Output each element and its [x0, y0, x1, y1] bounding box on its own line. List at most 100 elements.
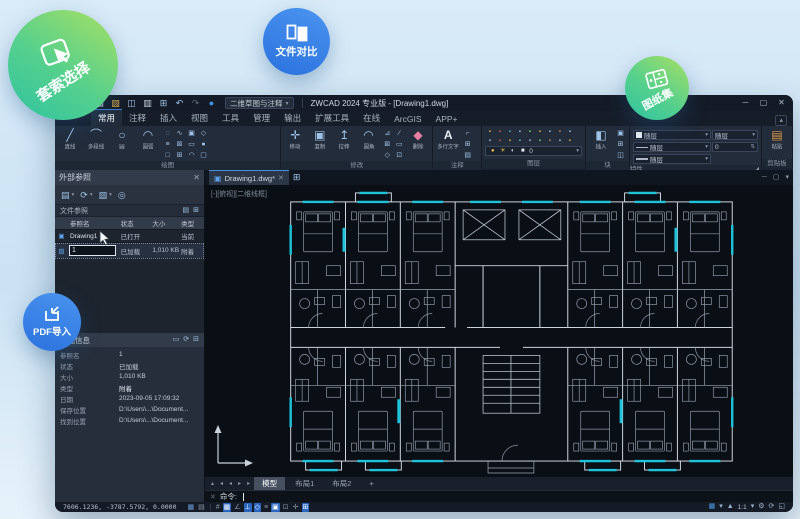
tab-express[interactable]: 扩展工具: [308, 110, 356, 126]
redo-icon[interactable]: ↷: [189, 96, 202, 110]
block-tool-icon[interactable]: ◫: [615, 151, 626, 161]
sync-icon[interactable]: ⟳: [769, 502, 775, 512]
badge-lasso-select[interactable]: 套索选择: [8, 10, 118, 120]
panel-label-modify[interactable]: 修改: [281, 161, 433, 170]
crosshair-toggle[interactable]: ✛: [292, 503, 300, 512]
layer-tool-icon[interactable]: ▪: [565, 137, 574, 145]
layer-color-swatch[interactable]: ■: [518, 147, 527, 155]
modify-tool-icon[interactable]: ⊡: [394, 151, 405, 161]
annotate-tool-icon[interactable]: ▤: [462, 151, 473, 161]
command-line[interactable]: ✕ 命令:: [205, 490, 793, 502]
insert-block-button[interactable]: ◧ 插入: [589, 128, 613, 151]
layout-nav-next-icon[interactable]: ▸: [236, 480, 243, 487]
panel-label-draw[interactable]: 绘图: [55, 161, 281, 170]
close-button[interactable]: ✕: [774, 96, 789, 110]
workspace-switch-icon[interactable]: ▦: [709, 502, 716, 512]
copy-button[interactable]: ▣ 复制: [309, 128, 331, 151]
chevron-down-icon[interactable]: ▾: [751, 502, 755, 512]
refresh-details-icon[interactable]: ⟳: [183, 335, 189, 345]
draw-tool-icon[interactable]: ▣: [186, 129, 197, 139]
close-icon[interactable]: ✕: [210, 493, 216, 501]
layer-tool-icon[interactable]: ▪: [485, 137, 494, 145]
tab-view[interactable]: 视图: [184, 110, 215, 126]
annotation-scale-value[interactable]: 1:1: [738, 504, 747, 511]
grid-toggle[interactable]: #: [215, 503, 221, 512]
draw-tool-icon[interactable]: ∿: [174, 129, 185, 139]
layout-nav-first-icon[interactable]: ▴: [209, 480, 216, 487]
tree-view-icon[interactable]: ⊞: [193, 206, 199, 216]
annotation-scale-icon[interactable]: ▲: [727, 502, 734, 512]
mtext-button[interactable]: A 多行文字: [436, 128, 460, 151]
draw-tool-icon[interactable]: ●: [198, 140, 209, 150]
save-icon[interactable]: ◫: [125, 96, 138, 110]
modify-tool-icon[interactable]: ∕: [394, 129, 405, 139]
move-button[interactable]: ✛ 移动: [284, 128, 306, 151]
layer-tool-icon[interactable]: ▪: [515, 137, 524, 145]
layer-tool-icon[interactable]: ▪: [525, 128, 534, 136]
layer-tool-icon[interactable]: ▪: [535, 137, 544, 145]
workspace-dropdown[interactable]: 二维草图与注释 ▾: [225, 97, 294, 109]
ortho-toggle[interactable]: ⊥: [243, 502, 252, 512]
lineweight-toggle[interactable]: ≡: [263, 503, 269, 512]
add-layout-button[interactable]: +: [361, 477, 381, 490]
polar-toggle[interactable]: ∠: [233, 503, 241, 512]
layer-tool-icon[interactable]: ▪: [555, 128, 564, 136]
column-type[interactable]: 类型: [179, 218, 204, 228]
tab-manage[interactable]: 管理: [246, 110, 277, 126]
badge-pdf-import[interactable]: PDF导入: [23, 293, 81, 351]
column-status[interactable]: 状态: [119, 218, 151, 228]
dynamic-ucs-toggle[interactable]: ⊞: [301, 502, 310, 512]
tab-insert[interactable]: 插入: [153, 110, 184, 126]
tab-model[interactable]: 模型: [254, 477, 286, 490]
xref-palette-header[interactable]: 外部参照 ✕: [55, 170, 204, 185]
layout-nav-last-icon[interactable]: ▸: [245, 480, 252, 487]
panel-label-layers[interactable]: 图层: [482, 159, 585, 168]
layer-lock-icon[interactable]: ◐: [508, 147, 517, 155]
circle-button[interactable]: ○ 圆: [110, 128, 134, 151]
restore-button[interactable]: ▢: [756, 96, 771, 110]
doc-minimize-icon[interactable]: ─: [762, 173, 767, 183]
chevron-down-icon[interactable]: ▾: [719, 502, 723, 512]
new-tab-button[interactable]: ⊞: [293, 172, 301, 183]
layer-tool-icon[interactable]: ▪: [555, 137, 564, 145]
block-tool-icon[interactable]: ⊞: [615, 140, 626, 150]
layer-tool-icon[interactable]: ▪: [505, 137, 514, 145]
xref-rename-input[interactable]: [68, 245, 116, 256]
undo-icon[interactable]: ↶: [173, 96, 186, 110]
layer-tool-icon[interactable]: ▪: [545, 128, 554, 136]
close-icon[interactable]: ✕: [193, 173, 200, 182]
panel-label-clipboard[interactable]: 剪贴板: [762, 159, 792, 168]
draw-tool-icon[interactable]: ◠: [186, 151, 197, 161]
layer-tool-icon[interactable]: ▪: [495, 128, 504, 136]
panel-label-block[interactable]: 块: [586, 161, 629, 170]
color-dropdown[interactable]: 随层 ▾: [633, 130, 711, 140]
draw-tool-icon[interactable]: ≡: [162, 140, 173, 150]
layer-on-icon[interactable]: ●: [488, 147, 497, 155]
tab-layout1[interactable]: 布局1: [287, 477, 322, 490]
help-button[interactable]: ◎: [118, 190, 126, 200]
layer-thaw-icon[interactable]: ☀: [498, 147, 507, 155]
draw-tool-icon[interactable]: ◇: [198, 129, 209, 139]
refresh-button[interactable]: ⟳ ▾: [80, 190, 92, 200]
attach-file-button[interactable]: ▨ ▾: [99, 190, 112, 200]
tab-online[interactable]: 在线: [356, 110, 387, 126]
lineweight-dropdown[interactable]: 随层 ▾: [633, 154, 711, 164]
save-path-icon[interactable]: ▭: [173, 335, 180, 345]
doc-menu-icon[interactable]: ▾: [785, 173, 789, 183]
plot-icon[interactable]: ⊞: [157, 96, 170, 110]
stretch-button[interactable]: ↥ 拉伸: [333, 128, 355, 151]
snap-toggle[interactable]: ▦: [222, 502, 232, 512]
layer-tool-icon[interactable]: ▪: [515, 128, 524, 136]
table-row-selected[interactable]: ▨ 已加载 1,010 KB 附着: [55, 243, 204, 259]
draw-tool-icon[interactable]: ⊠: [174, 140, 185, 150]
attach-dwg-button[interactable]: ▤ ▾: [61, 190, 74, 200]
collapse-details-icon[interactable]: ⊟: [193, 335, 199, 345]
print-icon[interactable]: ▥: [141, 96, 154, 110]
drawing-area[interactable]: ▣ Drawing1.dwg* ✕ ⊞ ─ ▢ ▾ [-][俯视][二维线框]: [205, 170, 793, 477]
fillet-button[interactable]: ◠ 圆角: [357, 128, 379, 151]
line-button[interactable]: ╱ 直线: [58, 128, 82, 151]
block-tool-icon[interactable]: ▣: [615, 129, 626, 139]
modify-tool-icon[interactable]: ◇: [382, 151, 393, 161]
layer-tool-icon[interactable]: ▪: [505, 128, 514, 136]
transparency-spinner[interactable]: 0 ⇅: [712, 142, 758, 152]
